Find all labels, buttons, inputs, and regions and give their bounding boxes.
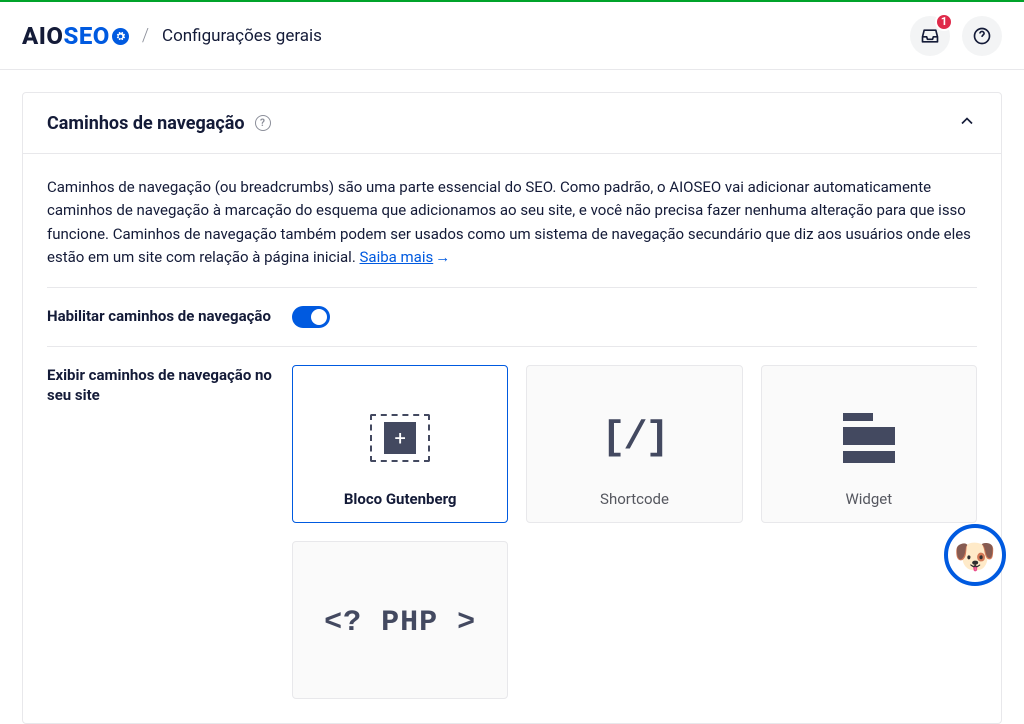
support-bubble[interactable]: 🐶	[944, 524, 1006, 586]
option-gutenberg-label: Bloco Gutenberg	[344, 490, 457, 508]
shortcode-icon: [/]	[601, 386, 667, 490]
arrow-icon: →	[435, 248, 450, 266]
chevron-up-icon	[957, 111, 977, 135]
notification-badge: 1	[935, 13, 953, 31]
option-gutenberg[interactable]: + Bloco Gutenberg	[292, 365, 508, 523]
logo-text-seo: SEO	[63, 22, 109, 50]
option-widget[interactable]: Widget	[761, 365, 977, 523]
enable-breadcrumbs-toggle[interactable]	[292, 306, 330, 328]
breadcrumb-separator: /	[142, 25, 149, 46]
option-shortcode[interactable]: [/] Shortcode	[526, 365, 742, 523]
enable-breadcrumbs-label: Habilitar caminhos de navegação	[47, 306, 292, 326]
display-breadcrumbs-label: Exibir caminhos de navegação no seu site	[47, 365, 292, 406]
option-widget-label: Widget	[845, 490, 892, 508]
info-icon[interactable]: ?	[255, 115, 271, 131]
help-button[interactable]	[962, 16, 1002, 56]
card-description: Caminhos de navegação (ou breadcrumbs) s…	[47, 176, 977, 288]
breadcrumbs-card: Caminhos de navegação ? Caminhos de nave…	[22, 92, 1002, 724]
notifications-button[interactable]: 1	[910, 16, 950, 56]
gutenberg-block-icon: +	[370, 386, 430, 490]
enable-breadcrumbs-row: Habilitar caminhos de navegação	[47, 288, 977, 347]
card-header-toggle[interactable]: Caminhos de navegação ?	[23, 93, 1001, 154]
learn-more-link[interactable]: Saiba mais	[360, 248, 434, 266]
app-header: AIOSEO / Configurações gerais 1	[0, 2, 1024, 70]
option-php[interactable]: <? PHP >	[292, 541, 508, 699]
mascot-icon: 🐶	[954, 537, 996, 577]
option-shortcode-label: Shortcode	[600, 490, 669, 508]
widget-icon	[843, 386, 895, 490]
card-title: Caminhos de navegação	[47, 113, 245, 134]
display-breadcrumbs-row: Exibir caminhos de navegação no seu site…	[47, 347, 977, 699]
logo-text-aio: AIO	[22, 22, 63, 50]
logo[interactable]: AIOSEO	[22, 22, 129, 50]
gear-icon	[112, 28, 129, 45]
php-icon: <? PHP >	[324, 562, 476, 684]
help-icon	[972, 26, 992, 46]
page-title: Configurações gerais	[162, 26, 322, 46]
